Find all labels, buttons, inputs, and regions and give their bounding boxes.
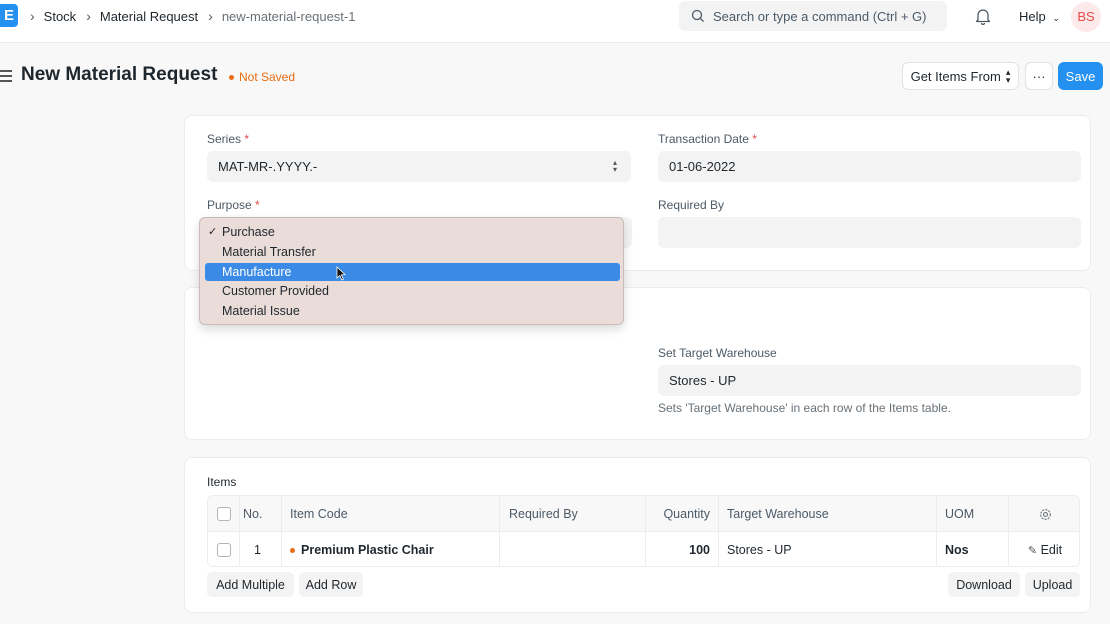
- select-all-checkbox[interactable]: [217, 507, 231, 521]
- checkmark-icon: ✓: [208, 226, 218, 238]
- status-dot-icon: [229, 74, 234, 80]
- app-logo[interactable]: E: [0, 4, 18, 27]
- row-checkbox[interactable]: [217, 543, 231, 557]
- items-table: No. Item Code Required By Quantity Targe…: [207, 495, 1080, 567]
- select-all-cell: [208, 496, 240, 532]
- column-settings[interactable]: [1009, 496, 1079, 532]
- get-items-from-button[interactable]: Get Items From ▴ ▾: [902, 62, 1019, 90]
- save-button[interactable]: Save: [1058, 62, 1103, 90]
- breadcrumb-stock[interactable]: Stock: [44, 9, 77, 24]
- help-label: Help: [1019, 9, 1046, 24]
- target-warehouse-help: Sets 'Target Warehouse' in each row of t…: [658, 401, 951, 415]
- gear-icon: [1039, 509, 1051, 521]
- purpose-option-material-transfer[interactable]: Material Transfer: [205, 243, 620, 261]
- breadcrumb-material-request[interactable]: Material Request: [100, 9, 198, 24]
- select-arrows-icon: ▴ ▾: [1005, 67, 1011, 85]
- row-select-cell: [208, 532, 240, 566]
- option-label: Purchase: [222, 225, 275, 239]
- transaction-date-label-text: Transaction Date: [658, 132, 749, 146]
- series-label: Series *: [207, 132, 249, 146]
- purpose-option-material-issue[interactable]: Material Issue: [205, 302, 620, 320]
- mouse-cursor-icon: [336, 266, 346, 281]
- purpose-label-text: Purpose: [207, 198, 252, 212]
- purpose-option-purchase[interactable]: ✓ Purchase: [205, 223, 620, 241]
- series-select[interactable]: MAT-MR-.YYYY.- ▴ ▾: [207, 151, 631, 182]
- item-code-text: Premium Plastic Chair: [301, 543, 434, 557]
- avatar[interactable]: BS: [1071, 2, 1101, 32]
- column-no: No.: [240, 496, 282, 532]
- download-button[interactable]: Download: [948, 572, 1020, 597]
- column-uom: UOM: [937, 496, 1009, 532]
- more-actions-button[interactable]: ···: [1025, 62, 1053, 90]
- series-label-text: Series: [207, 132, 242, 146]
- select-arrows-icon: ▴ ▾: [612, 158, 617, 174]
- row-uom[interactable]: Nos: [937, 532, 1009, 566]
- item-status-dot-icon: [290, 548, 295, 554]
- chevron-right-icon: ›: [208, 8, 213, 24]
- notification-bell-icon[interactable]: [975, 7, 991, 28]
- search-icon: [691, 9, 704, 22]
- add-row-button[interactable]: Add Row: [299, 572, 363, 597]
- transaction-date-field[interactable]: 01-06-2022: [658, 151, 1081, 182]
- items-label: Items: [207, 475, 237, 489]
- required-by-field[interactable]: [658, 217, 1081, 248]
- row-no: 1: [240, 532, 282, 566]
- transaction-date-label: Transaction Date *: [658, 132, 757, 146]
- breadcrumb: › Stock › Material Request › new-materia…: [30, 8, 365, 24]
- required-marker: *: [255, 198, 260, 212]
- purpose-label: Purpose *: [207, 198, 260, 212]
- upload-button[interactable]: Upload: [1025, 572, 1080, 597]
- row-target-warehouse[interactable]: Stores - UP: [719, 532, 937, 566]
- ellipsis-icon: ···: [1032, 68, 1046, 84]
- pencil-icon: ✎: [1027, 545, 1038, 557]
- status-badge: Not Saved: [229, 70, 295, 84]
- help-menu[interactable]: Help ⌄: [1019, 9, 1060, 24]
- row-edit-button[interactable]: ✎ Edit: [1009, 532, 1079, 566]
- table-row[interactable]: 1 Premium Plastic Chair 100 Stores - UP …: [208, 532, 1079, 566]
- purpose-option-manufacture[interactable]: Manufacture: [205, 263, 620, 281]
- required-marker: *: [752, 132, 757, 146]
- breadcrumb-current[interactable]: new-material-request-1: [222, 9, 356, 24]
- chevron-right-icon: ›: [86, 8, 91, 24]
- required-by-label: Required By: [658, 198, 725, 212]
- search-input[interactable]: Search or type a command (Ctrl + G): [679, 1, 947, 31]
- page-title: New Material Request: [21, 64, 218, 85]
- series-value: MAT-MR-.YYYY.-: [218, 159, 318, 174]
- status-text: Not Saved: [239, 70, 296, 84]
- chevron-right-icon: ›: [30, 8, 35, 24]
- column-quantity: Quantity: [646, 496, 719, 532]
- search-placeholder: Search or type a command (Ctrl + G): [713, 8, 927, 24]
- edit-label: Edit: [1040, 543, 1063, 557]
- purpose-dropdown: ✓ Purchase Material Transfer Manufacture…: [199, 217, 624, 325]
- navbar: E › Stock › Material Request › new-mater…: [0, 0, 1110, 43]
- column-target-warehouse: Target Warehouse: [719, 496, 937, 532]
- purpose-option-customer-provided[interactable]: Customer Provided: [205, 282, 620, 300]
- row-required-by[interactable]: [500, 532, 646, 566]
- target-warehouse-label: Set Target Warehouse: [658, 346, 777, 360]
- row-item-code[interactable]: Premium Plastic Chair: [282, 532, 500, 566]
- get-items-from-label: Get Items From: [910, 68, 1001, 84]
- add-multiple-button[interactable]: Add Multiple: [207, 572, 294, 597]
- chevron-down-icon: ⌄: [1052, 13, 1060, 23]
- required-marker: *: [244, 132, 250, 146]
- table-header-row: No. Item Code Required By Quantity Targe…: [208, 496, 1079, 532]
- sidebar-toggle-icon[interactable]: [0, 70, 12, 85]
- column-required-by: Required By: [500, 496, 646, 532]
- column-item-code: Item Code: [282, 496, 500, 532]
- row-quantity[interactable]: 100: [646, 532, 719, 566]
- target-warehouse-field[interactable]: Stores - UP: [658, 365, 1081, 396]
